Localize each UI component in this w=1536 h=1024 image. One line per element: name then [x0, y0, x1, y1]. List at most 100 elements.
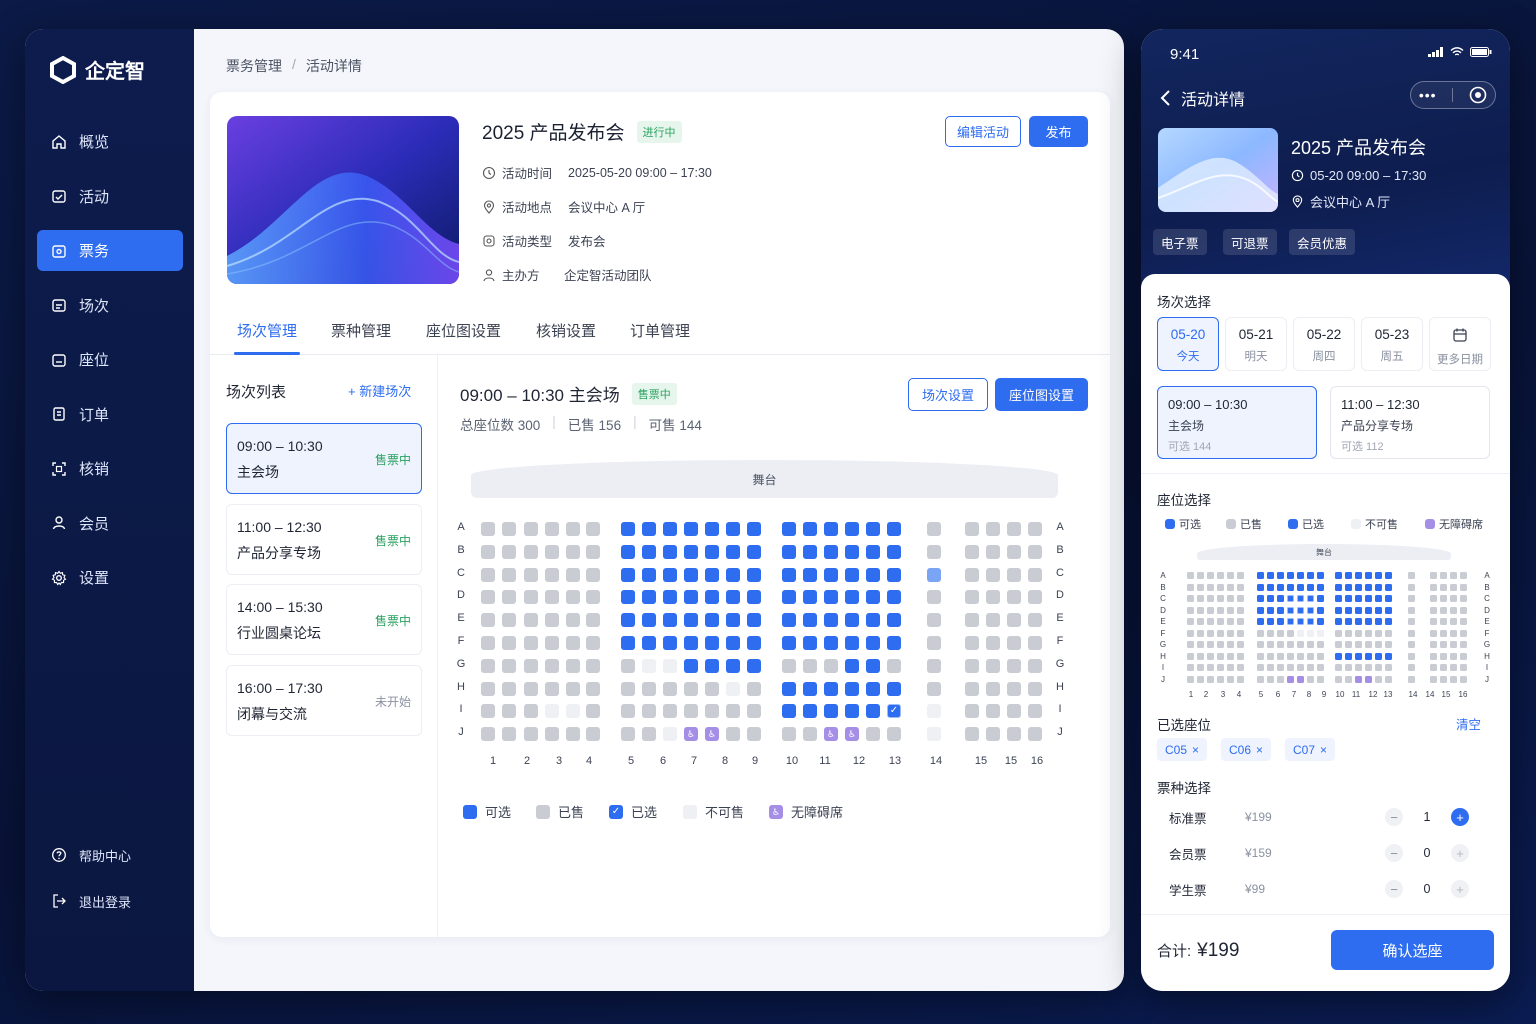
- seat[interactable]: [1385, 572, 1392, 579]
- seat[interactable]: [782, 522, 796, 536]
- sidebar-item-sessions[interactable]: 场次: [37, 285, 183, 326]
- seat[interactable]: [845, 590, 859, 605]
- back-button[interactable]: 活动详情: [1159, 86, 1245, 110]
- sidebar-item-tickets[interactable]: 票务: [37, 230, 183, 271]
- seat[interactable]: [642, 567, 656, 582]
- seat[interactable]: [887, 613, 901, 628]
- seat[interactable]: [803, 522, 817, 536]
- seat[interactable]: [1335, 572, 1342, 579]
- seat[interactable]: [887, 522, 901, 536]
- seat[interactable]: [1287, 606, 1294, 614]
- decrement-button[interactable]: −: [1385, 844, 1403, 862]
- seat[interactable]: [1257, 618, 1264, 625]
- seat[interactable]: [1385, 618, 1392, 625]
- seat[interactable]: [1277, 583, 1284, 591]
- seat[interactable]: [747, 544, 761, 559]
- seat[interactable]: [1307, 595, 1314, 602]
- seat[interactable]: [684, 613, 698, 628]
- confirm-seat-button[interactable]: 确认选座: [1331, 930, 1494, 970]
- seat[interactable]: [824, 522, 838, 536]
- selected-seat-chip[interactable]: C06 ×: [1221, 738, 1272, 761]
- seat[interactable]: [1375, 652, 1382, 660]
- seat[interactable]: [642, 636, 656, 650]
- seat[interactable]: [845, 636, 859, 650]
- seat[interactable]: [663, 567, 677, 582]
- seat[interactable]: [1355, 583, 1362, 591]
- seat[interactable]: [1365, 572, 1372, 579]
- mobile-session-option[interactable]: 09:00 – 10:30 主会场 可选 144: [1157, 386, 1317, 459]
- publish-button[interactable]: 发布: [1029, 116, 1088, 147]
- seat[interactable]: [1375, 595, 1382, 602]
- tab-verify-settings[interactable]: 核销设置: [536, 320, 596, 341]
- seat[interactable]: [1267, 606, 1274, 614]
- seat[interactable]: [845, 613, 859, 628]
- seat[interactable]: [663, 613, 677, 628]
- seat[interactable]: [1375, 572, 1382, 579]
- seat[interactable]: [782, 567, 796, 582]
- seat[interactable]: [1375, 606, 1382, 614]
- seat[interactable]: [1297, 595, 1304, 602]
- seat[interactable]: [1365, 675, 1372, 683]
- remove-icon[interactable]: ×: [1320, 743, 1327, 757]
- seat[interactable]: [726, 544, 740, 559]
- seat[interactable]: [1287, 675, 1294, 683]
- seat[interactable]: [887, 681, 901, 696]
- sidebar-item-overview[interactable]: 概览: [37, 121, 183, 162]
- seat[interactable]: [1345, 572, 1352, 579]
- seat[interactable]: [845, 658, 859, 673]
- seat[interactable]: [1307, 572, 1314, 579]
- seat[interactable]: [866, 704, 880, 719]
- seat[interactable]: [705, 613, 719, 628]
- seat[interactable]: [663, 636, 677, 650]
- seat[interactable]: [1277, 618, 1284, 625]
- seat[interactable]: [803, 681, 817, 696]
- seat[interactable]: [803, 704, 817, 719]
- tab-ticket-types[interactable]: 票种管理: [331, 320, 391, 341]
- seat[interactable]: [1297, 606, 1304, 614]
- seat[interactable]: [824, 704, 838, 719]
- seat[interactable]: [1267, 595, 1274, 602]
- seat[interactable]: [684, 636, 698, 650]
- seat[interactable]: [1345, 583, 1352, 591]
- mobile-session-option[interactable]: 11:00 – 12:30 产品分享专场 可选 112: [1330, 386, 1490, 459]
- seat[interactable]: [1287, 618, 1294, 625]
- seat[interactable]: [1335, 606, 1342, 614]
- seat[interactable]: [845, 522, 859, 536]
- seat[interactable]: [1345, 618, 1352, 625]
- seat[interactable]: [1317, 618, 1324, 625]
- session-settings-button[interactable]: 场次设置: [908, 378, 988, 411]
- seat[interactable]: [747, 658, 761, 673]
- seat[interactable]: [1375, 618, 1382, 625]
- seat[interactable]: [621, 613, 635, 628]
- seat[interactable]: [1267, 572, 1274, 579]
- seat[interactable]: [1345, 595, 1352, 602]
- seat[interactable]: [1277, 606, 1284, 614]
- seat[interactable]: [621, 590, 635, 605]
- seat[interactable]: [705, 567, 719, 582]
- seat[interactable]: [1335, 652, 1342, 660]
- seat[interactable]: [663, 590, 677, 605]
- seat[interactable]: [726, 590, 740, 605]
- seat[interactable]: [782, 544, 796, 559]
- seat[interactable]: [747, 522, 761, 536]
- seat[interactable]: [1307, 618, 1314, 625]
- seat[interactable]: [866, 613, 880, 628]
- seat[interactable]: [684, 544, 698, 559]
- seat[interactable]: [642, 544, 656, 559]
- seat[interactable]: [887, 567, 901, 582]
- seat[interactable]: [866, 590, 880, 605]
- selected-seat-chip[interactable]: C07 ×: [1285, 738, 1336, 761]
- target-close-icon[interactable]: [1469, 86, 1487, 104]
- seat[interactable]: ♿: [705, 727, 719, 742]
- seat[interactable]: [824, 567, 838, 582]
- seat[interactable]: [705, 590, 719, 605]
- seat[interactable]: [621, 522, 635, 536]
- seat[interactable]: [1287, 583, 1294, 591]
- seat[interactable]: [1317, 595, 1324, 602]
- tab-seatmap-settings[interactable]: 座位图设置: [426, 320, 501, 341]
- selected-seat-chip[interactable]: C05 ×: [1157, 738, 1208, 761]
- seat[interactable]: [1335, 618, 1342, 625]
- remove-icon[interactable]: ×: [1256, 743, 1263, 757]
- tab-orders[interactable]: 订单管理: [630, 320, 690, 341]
- app-logo[interactable]: 企定智: [49, 55, 145, 84]
